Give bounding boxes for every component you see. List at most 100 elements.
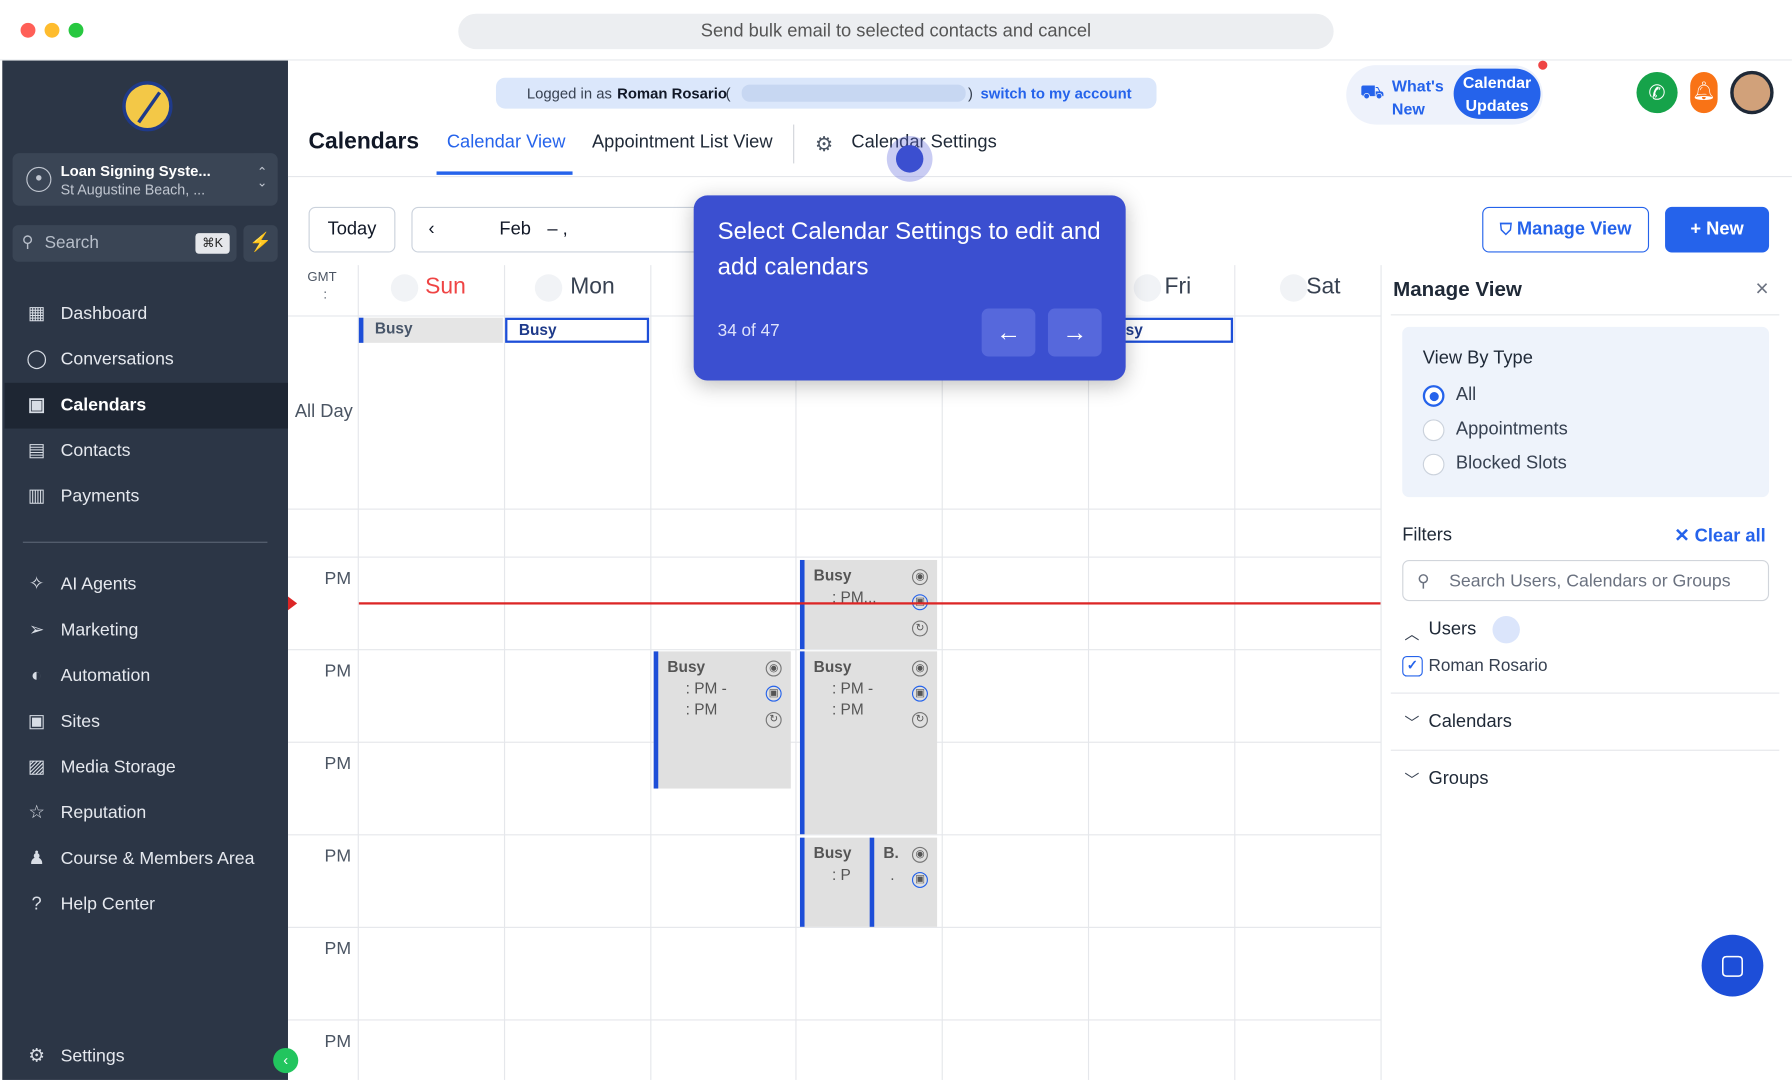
day-header-fri[interactable]: Fri [1165, 274, 1192, 300]
sidebar-search[interactable]: ⚲ Search ⌘K [12, 225, 237, 262]
sidebar-item-sites[interactable]: ▣ Sites [5, 699, 288, 745]
radio-all[interactable] [1422, 385, 1445, 407]
time-label: PM [324, 754, 352, 774]
filters-label: Filters [1402, 525, 1452, 546]
calendar-updates-button[interactable]: Calendar Updates [1453, 68, 1541, 119]
tab-separator [793, 124, 795, 164]
sidebar-item-dashboard[interactable]: ▦ Dashboard [5, 291, 288, 337]
logged-in-user: Roman Rosario [617, 84, 727, 102]
account-switcher[interactable]: ● Loan Signing Syste... St Augustine Bea… [12, 153, 278, 206]
radio-label: Blocked Slots [1455, 453, 1567, 474]
sidebar-item-marketing[interactable]: ➢ Marketing [5, 608, 288, 654]
page-title: Calendars [308, 129, 420, 155]
whats-new-label[interactable]: What's New [1392, 74, 1451, 120]
sidebar-item-contacts[interactable]: ▤ Contacts [5, 429, 288, 475]
location-icon: ● [26, 166, 52, 192]
tour-message: Select Calendar Settings to edit and add… [717, 218, 1101, 280]
sidebar: ● Loan Signing Syste... St Augustine Bea… [2, 60, 288, 1080]
tour-beacon[interactable] [886, 135, 933, 182]
sidebar-item-conversations[interactable]: ◯ Conversations [5, 337, 288, 383]
gear-icon: ⚙ [28, 1046, 45, 1067]
radio-label: Appointments [1455, 419, 1568, 439]
tour-step-counter: 34 of 47 [717, 321, 780, 341]
whats-new-widget[interactable]: ⛟ What's New Calendar Updates [1346, 65, 1543, 125]
event-title: Busy [813, 844, 852, 862]
sidebar-item-automation[interactable]: ◐ Automation [5, 654, 288, 700]
tab-appointment-list-view[interactable]: Appointment List View [592, 133, 773, 154]
sparkle-icon: ✧ [28, 574, 45, 595]
calendar-icon: ▣ [27, 395, 46, 415]
day-header-mon[interactable]: Mon [570, 274, 614, 300]
close-icon[interactable]: × [1755, 277, 1768, 303]
google-calendar-icon: ▣ [911, 871, 928, 888]
time-label: PM [324, 846, 352, 867]
notification-dot [1538, 60, 1548, 70]
radio-appointments[interactable] [1422, 419, 1445, 442]
sidebar-item-ai-agents[interactable]: ✧ AI Agents [5, 562, 288, 608]
tour-prev-button[interactable]: ← [981, 308, 1036, 357]
calendar-event[interactable]: Busy : PM -: PM ◉ ▣ ↻ [653, 651, 791, 789]
status-icon: ◉ [911, 569, 928, 586]
address-bar[interactable]: Send bulk email to selected contacts and… [458, 13, 1334, 50]
maximize-window-icon[interactable] [68, 22, 84, 38]
close-window-icon[interactable] [20, 22, 36, 38]
tab-calendar-view[interactable]: Calendar View [447, 133, 566, 154]
chevron-up-icon[interactable]: ︿ [1405, 622, 1420, 644]
filter-search-input[interactable]: ⚲ Search Users, Calendars or Groups [1402, 559, 1770, 602]
sidebar-item-label: Media Storage [60, 757, 176, 778]
clear-all-button[interactable]: ✕ Clear all [1674, 525, 1766, 548]
day-header-sun[interactable]: Sun [425, 274, 466, 300]
clear-all-label: Clear all [1694, 526, 1766, 547]
calendar-event[interactable]: Busy : P [799, 837, 871, 927]
event-time: . [890, 866, 895, 884]
search-icon: ⚲ [21, 231, 34, 251]
users-count-badge [1492, 615, 1520, 644]
megaphone-icon: ⛟ [1359, 81, 1385, 103]
user-checkbox[interactable]: ✓ [1402, 655, 1423, 677]
calendar-event[interactable]: B. . ◉ ▣ [869, 837, 938, 927]
chevron-down-icon[interactable]: ﹀ [1405, 711, 1420, 733]
chat-widget-icon[interactable]: ▢ [1701, 934, 1764, 997]
event-time: : P [831, 866, 851, 884]
day-header-sat[interactable]: Sat [1306, 274, 1340, 300]
sidebar-item-label: Settings [60, 1046, 125, 1067]
quick-action-bolt-icon[interactable]: ⚡ [243, 225, 278, 262]
phone-icon[interactable]: ✆ [1636, 71, 1678, 114]
time-label: PM [324, 1031, 352, 1052]
browser-titlebar: Send bulk email to selected contacts and… [0, 0, 1792, 61]
current-time-line [358, 602, 1381, 604]
today-button[interactable]: Today [308, 206, 396, 253]
sync-icon: ↻ [911, 620, 928, 637]
bell-icon[interactable]: 🔔︎ [1690, 71, 1718, 114]
avatar[interactable] [1730, 70, 1774, 115]
sidebar-item-label: Contacts [60, 441, 131, 461]
all-day-event[interactable]: Busy [505, 317, 650, 343]
radio-blocked-slots[interactable] [1422, 453, 1445, 476]
manage-view-button[interactable]: ⛉ Manage View [1482, 206, 1650, 253]
sidebar-item-course-members-area[interactable]: ♟ Course & Members Area [5, 837, 288, 883]
calendar-event[interactable]: Busy : PM... ◉ ▣ ↻ [799, 559, 938, 650]
users-section-label[interactable]: Users [1429, 619, 1477, 640]
switch-account-link[interactable]: switch to my account [981, 85, 1132, 102]
shortcut-badge: ⌘K [195, 233, 230, 254]
calendars-section-label[interactable]: Calendars [1429, 712, 1512, 733]
dashboard-icon: ▦ [27, 303, 46, 324]
time-label: PM [324, 569, 352, 589]
all-day-event[interactable]: Busy [358, 317, 503, 343]
tour-next-button[interactable]: → [1047, 308, 1102, 357]
chevron-down-icon[interactable]: ﹀ [1405, 768, 1420, 790]
sidebar-item-payments[interactable]: ▥ Payments [5, 474, 288, 520]
sidebar-item-calendars[interactable]: ▣ Calendars [4, 382, 288, 429]
chevron-left-icon[interactable]: ‹ [429, 208, 435, 251]
groups-section-label[interactable]: Groups [1429, 769, 1489, 790]
calendar-event[interactable]: Busy : PM -: PM ◉ ▣ ↻ [799, 651, 938, 835]
sidebar-item-label: Dashboard [60, 303, 148, 324]
all-day-label: All Day [294, 402, 353, 422]
new-button[interactable]: + New [1665, 206, 1770, 253]
sidebar-item-reputation[interactable]: ☆ Reputation [5, 791, 288, 837]
sidebar-item-settings[interactable]: ⚙ Settings [5, 1034, 288, 1080]
sidebar-item-media-storage[interactable]: ▨ Media Storage [5, 745, 288, 791]
sidebar-item-help-center[interactable]: ? Help Center [5, 882, 288, 928]
minimize-window-icon[interactable] [44, 22, 60, 38]
date-range-picker[interactable]: ‹ Feb – , [411, 206, 709, 253]
